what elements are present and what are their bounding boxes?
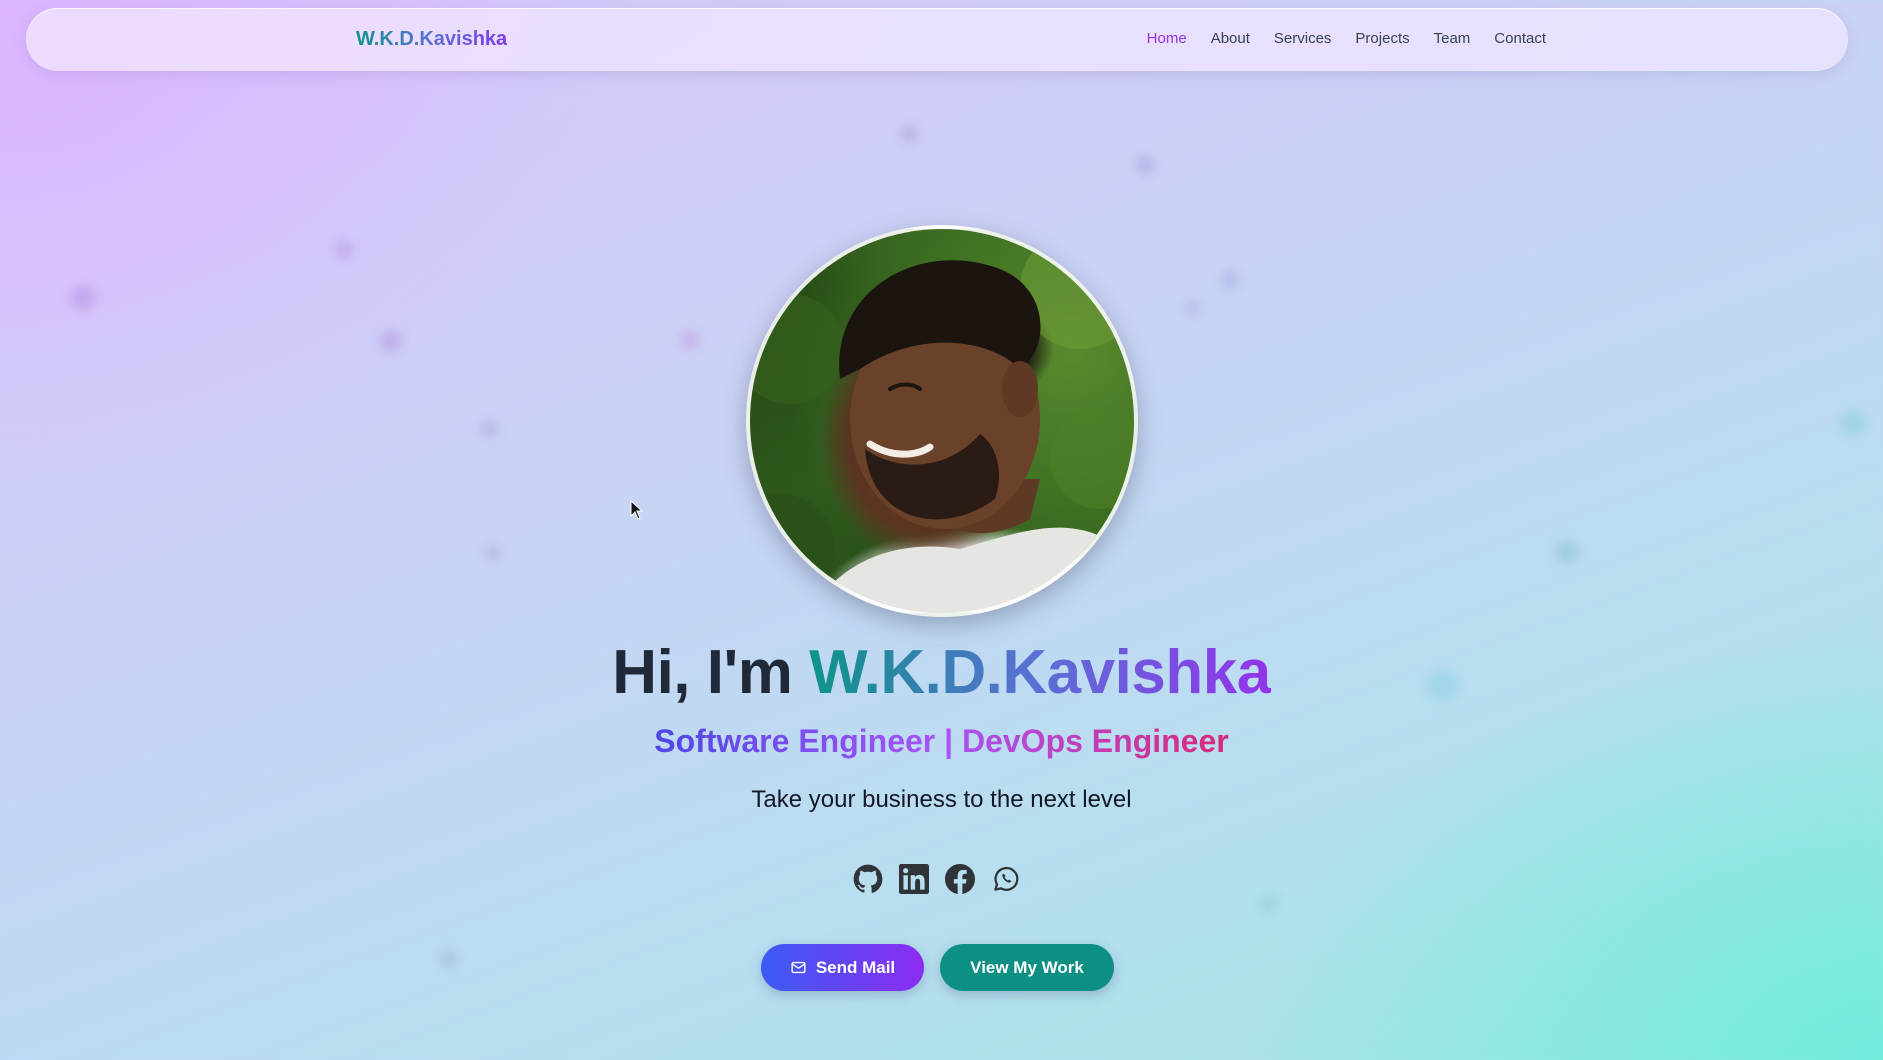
nav-links: Home About Services Projects Team Contac… xyxy=(1147,30,1546,47)
hero-role: Software Engineer | DevOps Engineer xyxy=(0,723,1883,760)
nav-services[interactable]: Services xyxy=(1274,30,1332,47)
view-my-work-button[interactable]: View My Work xyxy=(940,944,1114,991)
brand-logo[interactable]: W.K.D.Kavishka xyxy=(356,28,507,51)
navbar: W.K.D.Kavishka Home About Services Proje… xyxy=(26,8,1848,71)
hero-role-text: Software Engineer | DevOps Engineer xyxy=(654,723,1229,759)
view-my-work-label: View My Work xyxy=(970,957,1084,977)
hero-name: W.K.D.Kavishka xyxy=(809,638,1271,707)
hero-heading: Hi, I'm W.K.D.Kavishka xyxy=(0,637,1883,708)
facebook-icon[interactable] xyxy=(945,864,975,894)
send-mail-label: Send Mail xyxy=(815,957,896,977)
social-links xyxy=(853,864,1021,894)
profile-avatar xyxy=(746,225,1138,617)
linkedin-icon[interactable] xyxy=(899,864,929,894)
mouse-cursor-icon xyxy=(630,500,644,520)
mail-icon xyxy=(791,961,806,974)
nav-team[interactable]: Team xyxy=(1434,30,1471,47)
hero-tagline: Take your business to the next level xyxy=(751,786,1132,813)
send-mail-button[interactable]: Send Mail xyxy=(761,944,924,991)
profile-photo xyxy=(750,229,1134,613)
nav-contact[interactable]: Contact xyxy=(1494,30,1546,47)
github-icon[interactable] xyxy=(853,864,883,894)
hero-greeting: Hi, I'm xyxy=(612,638,810,707)
nav-projects[interactable]: Projects xyxy=(1355,30,1409,47)
nav-home[interactable]: Home xyxy=(1147,30,1187,47)
whatsapp-icon[interactable] xyxy=(991,864,1021,894)
nav-about[interactable]: About xyxy=(1211,30,1250,47)
